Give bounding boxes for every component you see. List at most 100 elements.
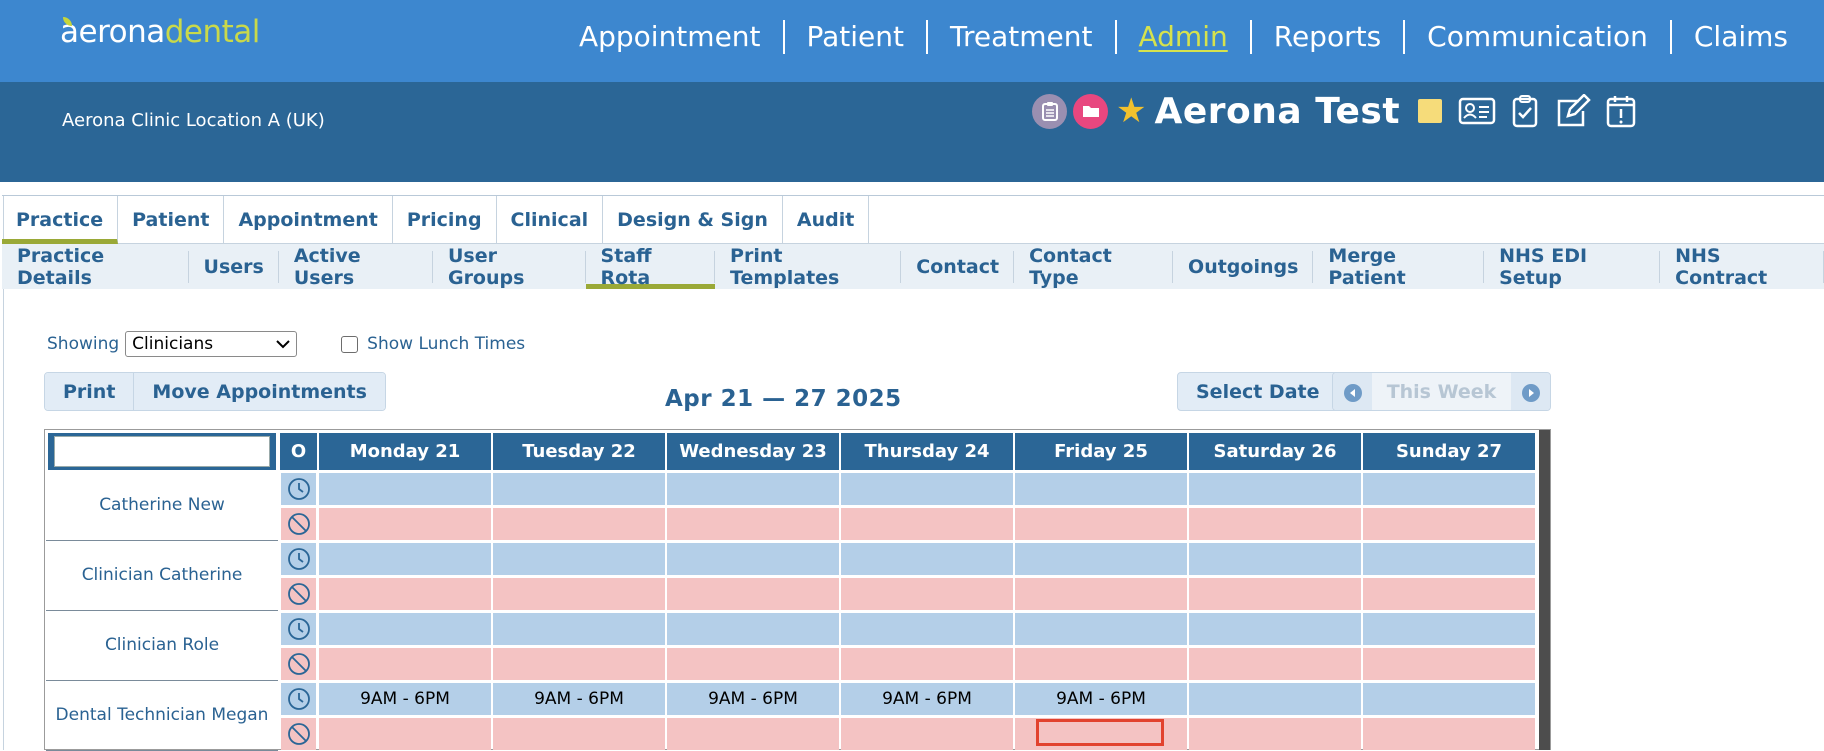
staff-name[interactable]: Dental Technician Megan [46,681,278,751]
nav-treatment[interactable]: Treatment [926,20,1114,54]
working-hours-cell[interactable] [493,543,665,575]
subtab-practice-details[interactable]: Practice Details [2,244,189,289]
select-date-button[interactable]: Select Date [1177,372,1339,411]
no-entry-icon[interactable] [281,578,316,610]
absence-cell[interactable] [319,578,491,610]
absence-cell[interactable] [1363,508,1535,540]
absence-cell[interactable] [319,718,491,750]
absence-cell[interactable] [841,508,1013,540]
aerona-dental-logo[interactable]: aeronadental [60,14,260,50]
no-entry-icon[interactable] [281,508,316,540]
working-hours-cell[interactable] [319,543,491,575]
day-header[interactable]: Sunday 27 [1363,433,1535,470]
no-entry-icon[interactable] [281,648,316,680]
working-hours-cell[interactable] [1189,613,1361,645]
patient-name[interactable]: Aerona Test [1154,91,1400,132]
absence-cell[interactable] [493,578,665,610]
clock-icon[interactable] [281,683,316,715]
id-card-icon[interactable] [1458,92,1496,130]
nav-appointment[interactable]: Appointment [557,20,783,54]
absence-cell[interactable] [1015,648,1187,680]
move-appointments-button[interactable]: Move Appointments [134,373,385,410]
working-hours-cell[interactable] [1363,613,1535,645]
nav-patient[interactable]: Patient [782,20,927,54]
tab-audit[interactable]: Audit [783,196,870,244]
grid-scrollbar[interactable] [1539,430,1550,750]
working-hours-cell[interactable]: 9AM - 6PM [493,683,665,715]
working-hours-cell[interactable] [1015,543,1187,575]
tab-pricing[interactable]: Pricing [393,196,497,244]
absence-cell[interactable] [667,508,839,540]
absence-cell[interactable] [1015,508,1187,540]
absence-cell[interactable] [1363,648,1535,680]
nav-admin[interactable]: Admin [1114,20,1250,54]
working-hours-cell[interactable] [1189,543,1361,575]
print-button[interactable]: Print [45,373,135,410]
nav-reports[interactable]: Reports [1249,20,1403,54]
tab-appointment[interactable]: Appointment [224,196,393,244]
staff-name[interactable]: Catherine New [46,471,278,541]
absence-cell[interactable] [841,718,1013,750]
working-hours-cell[interactable] [1363,543,1535,575]
absence-cell[interactable] [319,508,491,540]
absence-cell[interactable] [667,718,839,750]
this-week-button[interactable]: This Week [1372,373,1511,410]
absence-cell[interactable] [667,648,839,680]
absence-cell[interactable] [841,648,1013,680]
next-week-button[interactable] [1511,373,1550,410]
staff-name[interactable]: Clinician Role [46,611,278,681]
absence-cell[interactable] [493,718,665,750]
nav-claims[interactable]: Claims [1669,20,1810,54]
tab-patient[interactable]: Patient [118,196,225,244]
tab-practice[interactable]: Practice [2,196,119,244]
working-hours-cell[interactable] [319,613,491,645]
subtab-merge-patient[interactable]: Merge Patient [1313,244,1484,289]
working-hours-cell[interactable] [493,613,665,645]
working-hours-cell[interactable] [841,473,1013,505]
working-hours-cell[interactable] [319,473,491,505]
show-lunch-times-checkbox[interactable] [341,335,359,353]
day-header[interactable]: Thursday 24 [841,433,1013,470]
clinic-location[interactable]: Aerona Clinic Location A (UK) [62,110,325,131]
absence-cell[interactable] [1363,578,1535,610]
folder-icon[interactable] [1073,93,1108,129]
clipboard-check-icon[interactable] [1506,92,1544,130]
show-lunch-times-label[interactable]: Show Lunch Times [367,334,525,354]
working-hours-cell[interactable] [1363,473,1535,505]
working-hours-cell[interactable]: 9AM - 6PM [1015,683,1187,715]
subtab-staff-rota[interactable]: Staff Rota [585,244,716,289]
previous-week-button[interactable] [1333,373,1372,410]
absence-cell[interactable] [1015,578,1187,610]
absence-cell[interactable] [841,578,1013,610]
working-hours-cell[interactable] [1189,473,1361,505]
absence-cell[interactable] [493,648,665,680]
absence-cell[interactable] [1189,718,1361,750]
subtab-nhs-contract[interactable]: NHS Contract [1660,244,1824,289]
working-hours-cell[interactable] [493,473,665,505]
subtab-contact[interactable]: Contact [901,244,1014,289]
absence-cell[interactable] [1189,648,1361,680]
tab-design-sign[interactable]: Design & Sign [603,196,783,244]
working-hours-cell[interactable]: 9AM - 6PM [841,683,1013,715]
working-hours-cell[interactable] [667,613,839,645]
day-header[interactable]: Wednesday 23 [667,433,839,470]
subtab-outgoings[interactable]: Outgoings [1173,244,1314,289]
working-hours-cell[interactable] [1015,473,1187,505]
showing-select[interactable]: Clinicians [125,331,298,357]
working-hours-cell[interactable] [1189,683,1361,715]
absence-cell[interactable] [1189,508,1361,540]
calendar-alert-icon[interactable] [1602,92,1640,130]
subtab-contact-type[interactable]: Contact Type [1014,244,1174,289]
absence-cell[interactable] [319,648,491,680]
working-hours-cell[interactable]: 9AM - 6PM [319,683,491,715]
day-header[interactable]: Friday 25 [1015,433,1187,470]
staff-search-input[interactable] [54,436,270,467]
day-header[interactable]: Monday 21 [319,433,491,470]
nav-communication[interactable]: Communication [1403,20,1670,54]
clock-icon[interactable] [281,473,316,505]
day-header[interactable]: Saturday 26 [1189,433,1361,470]
working-hours-cell[interactable] [841,543,1013,575]
working-hours-cell[interactable] [1363,683,1535,715]
working-hours-cell[interactable] [841,613,1013,645]
show-lunch-times[interactable]: Show Lunch Times [341,334,525,354]
